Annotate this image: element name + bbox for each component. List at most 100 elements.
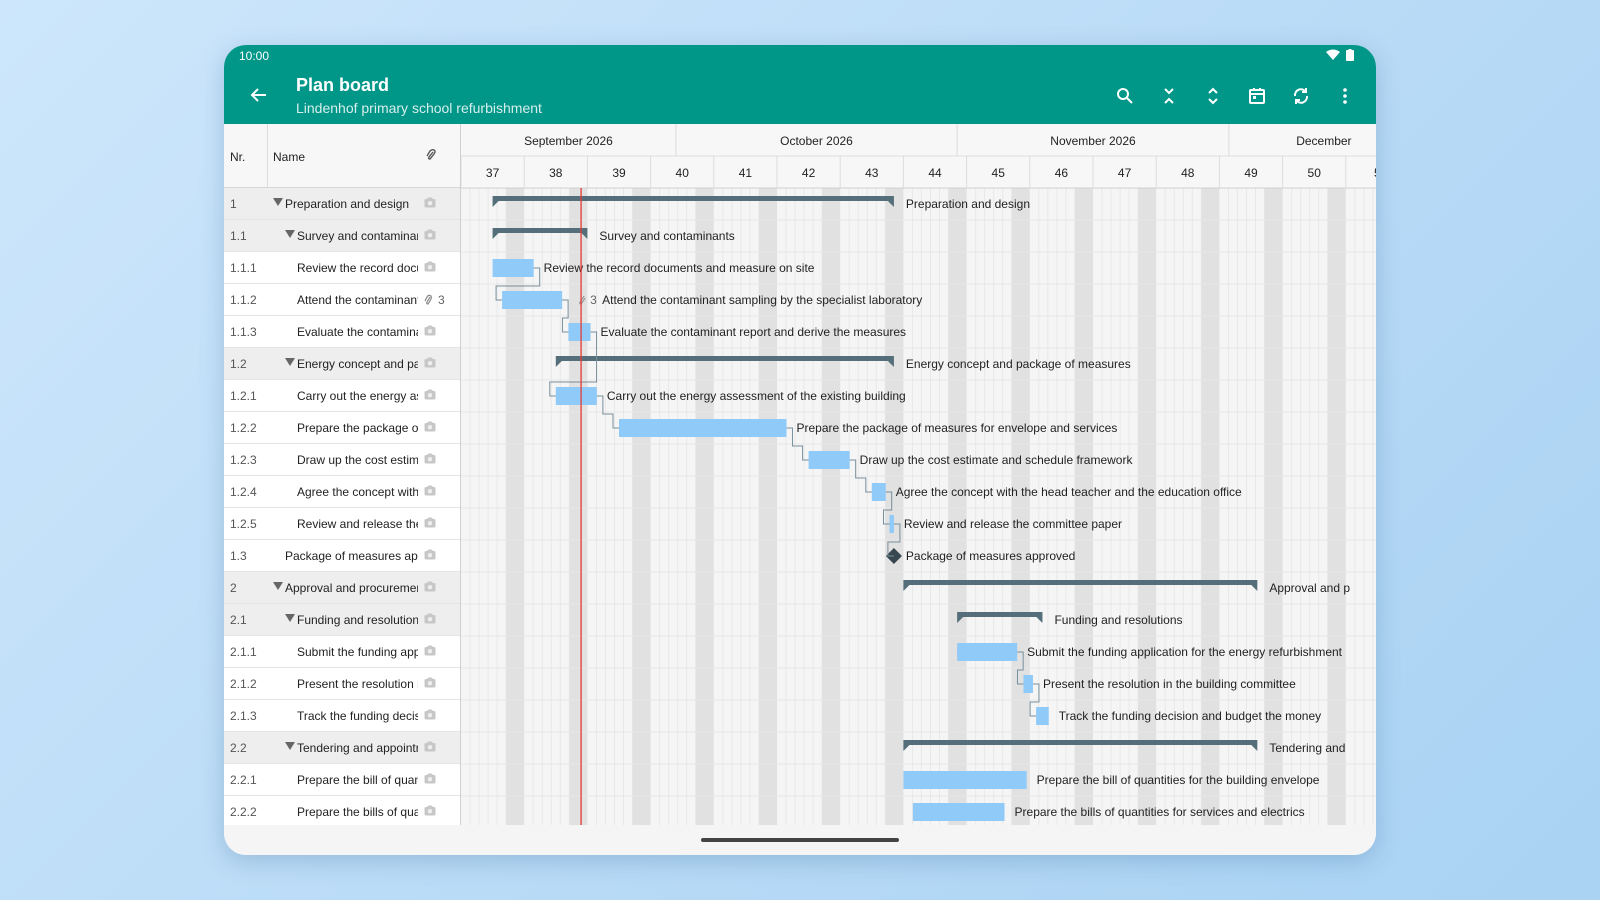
photo-icon[interactable] bbox=[424, 805, 436, 819]
photo-icon[interactable] bbox=[424, 645, 436, 659]
photo-icon[interactable] bbox=[424, 261, 436, 275]
search-icon bbox=[1117, 88, 1133, 104]
row-number: 2.2.1 bbox=[230, 773, 257, 787]
row-name: Preparation and design bbox=[285, 197, 410, 211]
table-row[interactable]: 2.2 Tendering and appointr bbox=[224, 732, 460, 764]
expand-toggle-icon[interactable] bbox=[273, 198, 283, 206]
expand-toggle-icon[interactable] bbox=[285, 230, 295, 238]
calendar-button[interactable] bbox=[1242, 81, 1272, 111]
photo-icon[interactable] bbox=[424, 453, 436, 467]
table-row[interactable]: 1.1.2 Attend the contaminant 3 bbox=[224, 284, 460, 316]
back-button[interactable] bbox=[244, 81, 272, 109]
page-title: Plan board bbox=[296, 75, 390, 95]
collapse-all-button[interactable] bbox=[1154, 81, 1184, 111]
task-bar[interactable] bbox=[912, 803, 1005, 821]
table-row[interactable]: 1.1 Survey and contaminan bbox=[224, 220, 460, 252]
summary-bar[interactable] bbox=[555, 356, 894, 361]
photo-icon[interactable] bbox=[424, 613, 436, 627]
paperclip-icon bbox=[424, 294, 432, 305]
task-label: Survey and contaminants bbox=[599, 229, 734, 243]
task-bar[interactable] bbox=[568, 323, 591, 341]
collapse-all-icon bbox=[1164, 88, 1174, 104]
photo-icon[interactable] bbox=[424, 709, 436, 723]
attachment-count[interactable]: 3 bbox=[424, 293, 445, 307]
task-bar[interactable] bbox=[1023, 675, 1033, 693]
photo-icon[interactable] bbox=[424, 581, 436, 595]
sync-button[interactable] bbox=[1286, 81, 1316, 111]
gantt-chart[interactable]: September 2026 October 2026 November 2026 D… bbox=[461, 124, 1376, 825]
summary-bar[interactable] bbox=[492, 196, 894, 201]
table-row[interactable]: 1.2.4 Agree the concept with bbox=[224, 476, 460, 508]
row-number: 1.2.1 bbox=[230, 389, 257, 403]
photo-icon[interactable] bbox=[424, 197, 436, 211]
summary-bar[interactable] bbox=[903, 740, 1258, 745]
table-row[interactable]: 2 Approval and procuremer bbox=[224, 572, 460, 604]
toolbar-actions bbox=[1110, 81, 1360, 111]
expand-toggle-icon[interactable] bbox=[273, 582, 283, 590]
table-row[interactable]: 1.2.2 Prepare the package of bbox=[224, 412, 460, 444]
task-bar[interactable] bbox=[808, 451, 850, 469]
month-label: December bbox=[1296, 134, 1351, 148]
table-row[interactable]: 2.2.1 Prepare the bill of quan bbox=[224, 764, 460, 796]
task-label: Preparation and design bbox=[906, 197, 1030, 211]
photo-icon[interactable] bbox=[424, 741, 436, 755]
table-row[interactable]: 1.3 Package of measures app bbox=[224, 540, 460, 572]
task-bar[interactable] bbox=[492, 259, 534, 277]
row-number: 1.2.5 bbox=[230, 517, 257, 531]
task-label: Approval and p bbox=[1269, 581, 1350, 595]
home-indicator[interactable] bbox=[701, 838, 899, 842]
table-row[interactable]: 1.2.5 Review and release the bbox=[224, 508, 460, 540]
row-number: 1.2.3 bbox=[230, 453, 257, 467]
photo-icon[interactable] bbox=[424, 517, 436, 531]
expand-toggle-icon[interactable] bbox=[285, 742, 295, 750]
row-name: Approval and procuremer bbox=[285, 581, 418, 595]
task-bar[interactable] bbox=[619, 419, 787, 437]
column-header-nr: Nr. bbox=[230, 150, 246, 164]
table-row[interactable]: 1.1.3 Evaluate the contamina bbox=[224, 316, 460, 348]
photo-icon[interactable] bbox=[424, 485, 436, 499]
photo-icon[interactable] bbox=[424, 677, 436, 691]
task-label: Present the resolution in the building c… bbox=[1043, 677, 1296, 691]
expand-toggle-icon[interactable] bbox=[285, 614, 295, 622]
photo-icon[interactable] bbox=[424, 229, 436, 243]
task-bar[interactable] bbox=[957, 643, 1018, 661]
table-row[interactable]: 2.1 Funding and resolutions bbox=[224, 604, 460, 636]
photo-icon[interactable] bbox=[424, 421, 436, 435]
photo-icon[interactable] bbox=[424, 325, 436, 339]
row-name: Tendering and appointr bbox=[297, 741, 418, 755]
table-row[interactable]: 1.2.3 Draw up the cost estim bbox=[224, 444, 460, 476]
summary-bar[interactable] bbox=[903, 580, 1258, 585]
more-options-button[interactable] bbox=[1330, 81, 1360, 111]
expand-toggle-icon[interactable] bbox=[285, 358, 295, 366]
table-row[interactable]: 2.1.1 Submit the funding app bbox=[224, 636, 460, 668]
photo-icon[interactable] bbox=[424, 549, 436, 563]
table-row[interactable]: 2.2.2 Prepare the bills of qua bbox=[224, 796, 460, 825]
task-bar[interactable] bbox=[889, 515, 894, 533]
row-number: 1.2.2 bbox=[230, 421, 257, 435]
row-number: 1.1.1 bbox=[230, 261, 257, 275]
table-row[interactable]: 1 Preparation and design bbox=[224, 188, 460, 220]
task-bar[interactable] bbox=[555, 387, 597, 405]
search-button[interactable] bbox=[1110, 81, 1140, 111]
sync-icon bbox=[1293, 88, 1309, 104]
row-number: 1.2.4 bbox=[230, 485, 257, 499]
task-bar[interactable] bbox=[502, 291, 563, 309]
summary-bar[interactable] bbox=[492, 228, 588, 233]
photo-icon[interactable] bbox=[424, 389, 436, 403]
table-row[interactable]: 2.1.2 Present the resolution i bbox=[224, 668, 460, 700]
calendar-icon bbox=[1249, 88, 1265, 104]
task-bar[interactable] bbox=[871, 483, 886, 501]
week-label: 42 bbox=[802, 166, 816, 180]
table-row[interactable]: 2.1.3 Track the funding decis bbox=[224, 700, 460, 732]
task-bar[interactable] bbox=[1036, 707, 1049, 725]
table-row[interactable]: 1.1.1 Review the record docu bbox=[224, 252, 460, 284]
summary-bar[interactable] bbox=[957, 612, 1043, 617]
task-label: Draw up the cost estimate and schedule f… bbox=[860, 453, 1134, 467]
row-number: 1.1 bbox=[230, 229, 247, 243]
photo-icon[interactable] bbox=[424, 357, 436, 371]
task-bar[interactable] bbox=[903, 771, 1027, 789]
photo-icon[interactable] bbox=[424, 773, 436, 787]
table-row[interactable]: 1.2.1 Carry out the energy as bbox=[224, 380, 460, 412]
table-row[interactable]: 1.2 Energy concept and pa bbox=[224, 348, 460, 380]
expand-all-button[interactable] bbox=[1198, 81, 1228, 111]
